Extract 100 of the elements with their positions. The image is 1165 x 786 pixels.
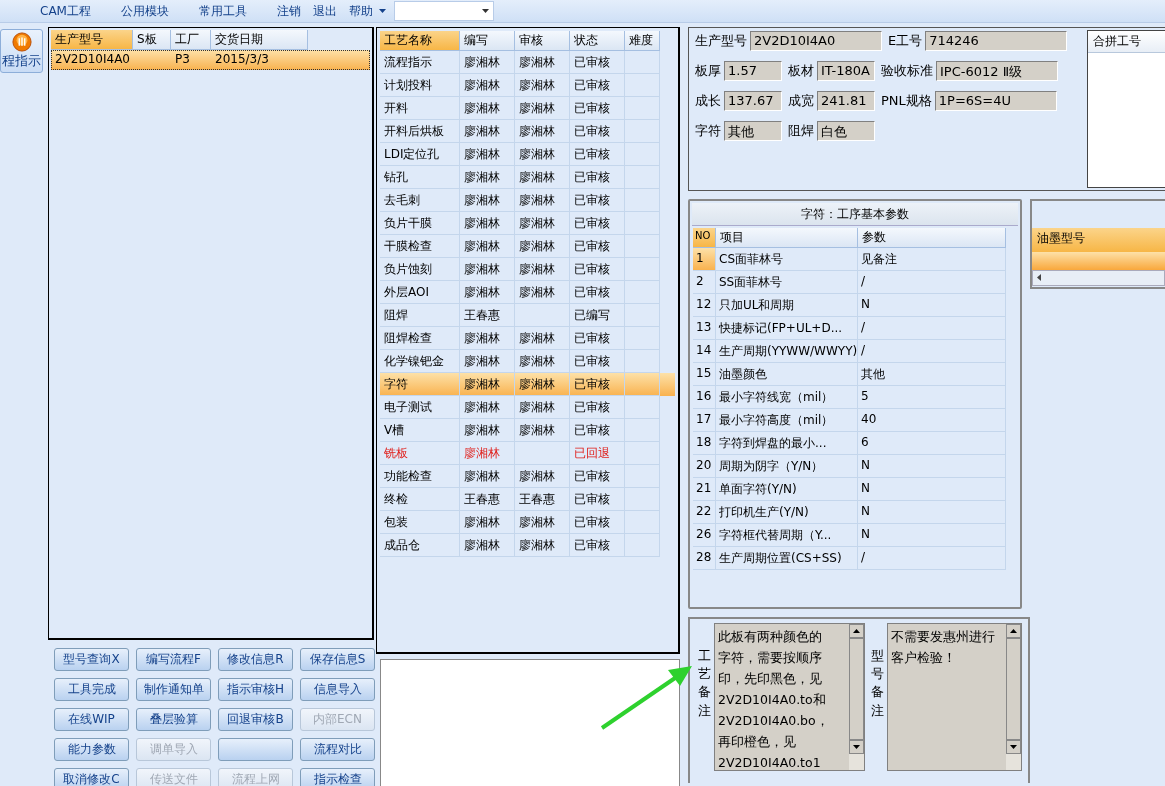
menu-item[interactable]: 常用工具 [198, 2, 247, 20]
column-header[interactable]: 工厂 [171, 30, 211, 50]
dropdown-field[interactable] [393, 1, 494, 21]
table-row[interactable]: 负片干膜 廖湘林 廖湘林 已审核 [380, 212, 675, 235]
column-header[interactable]: NO [693, 228, 716, 248]
action-button[interactable]: 叠层验算 [136, 708, 211, 731]
table-row[interactable]: 包装 廖湘林 廖湘林 已审核 [380, 511, 675, 534]
table-row[interactable]: 开料 廖湘林 廖湘林 已审核 [380, 97, 675, 120]
table-row[interactable]: 13 快捷标记(FP+UL+D... / [693, 317, 1018, 340]
table-row[interactable]: 去毛刺 廖湘林 廖湘林 已审核 [380, 189, 675, 212]
input-field[interactable]: 1.57 [724, 61, 782, 81]
action-button[interactable]: 取消修改C [54, 768, 129, 786]
input-field[interactable]: IPC-6012 Ⅱ级 [936, 61, 1058, 81]
menu-item[interactable]: 注销 [276, 2, 301, 20]
scrollbar[interactable] [849, 624, 864, 770]
action-button[interactable]: 制作通知单 [136, 678, 211, 701]
scroll-thumb[interactable] [1006, 638, 1021, 740]
menu-item[interactable]: 帮助 [348, 2, 373, 20]
input-field[interactable]: 其他 [724, 121, 782, 141]
caret-icon[interactable] [481, 9, 489, 13]
table-row[interactable]: 功能检查 廖湘林 廖湘林 已审核 [380, 465, 675, 488]
table-row[interactable]: 开料后烘板 廖湘林 廖湘林 已审核 [380, 120, 675, 143]
table-row[interactable]: 14 生产周期(YYWW/WWYY) / [693, 340, 1018, 363]
table-row[interactable]: 16 最小字符线宽（mil） 5 [693, 386, 1018, 409]
table-row[interactable]: 负片蚀刻 廖湘林 廖湘林 已审核 [380, 258, 675, 281]
action-button[interactable]: 能力参数 [54, 738, 129, 761]
table-row[interactable]: 1 CS面菲林号 见备注 [693, 248, 1018, 271]
action-button[interactable]: 信息导入 [300, 678, 375, 701]
column-header[interactable]: 生产型号 [51, 30, 133, 50]
table-row[interactable]: 计划投料 廖湘林 廖湘林 已审核 [380, 74, 675, 97]
column-header[interactable]: 状态 [570, 31, 625, 51]
table-row[interactable]: 15 油墨颜色 其他 [693, 363, 1018, 386]
action-button[interactable]: 指示审核H [218, 678, 293, 701]
column-header[interactable]: 工艺名称 [380, 31, 460, 51]
table-row[interactable]: 钻孔 廖湘林 廖湘林 已审核 [380, 166, 675, 189]
action-button[interactable]: 编写流程F [136, 648, 211, 671]
scrollbar[interactable] [1006, 624, 1021, 770]
input-field[interactable]: 241.81 [817, 91, 875, 111]
table-row[interactable]: 成品仓 廖湘林 廖湘林 已审核 [380, 534, 675, 557]
text-area[interactable] [380, 659, 680, 786]
table-row[interactable]: 电子测试 廖湘林 廖湘林 已审核 [380, 396, 675, 419]
menu-item[interactable]: 退出 [312, 2, 337, 20]
table-row[interactable]: 17 最小字符高度（mil） 40 [693, 409, 1018, 432]
table-row[interactable]: 21 单面字符(Y/N) N [693, 478, 1018, 501]
input-field[interactable]: 714246 [925, 31, 1068, 51]
menu-item[interactable]: 公用模块 [120, 2, 169, 20]
table-row[interactable]: 12 只加UL和周期 N [693, 294, 1018, 317]
table-row[interactable]: 28 生产周期位置(CS+SS) / [693, 547, 1018, 570]
column-header[interactable]: 交货日期 [211, 30, 308, 50]
input-field[interactable]: 1P=6S=4U [934, 91, 1057, 111]
scroll-up-icon[interactable] [1006, 624, 1021, 638]
action-button[interactable]: 保存信息S [300, 648, 375, 671]
table-row[interactable]: 2 SS面菲林号 / [693, 271, 1018, 294]
column-header[interactable]: 油墨型号 [1032, 228, 1165, 252]
note-text-area[interactable]: 不需要发惠州进行 客户检验！ [887, 623, 1022, 771]
menu-item[interactable]: CAM工程 [40, 2, 91, 20]
table-row[interactable]: 20 周期为阴字（Y/N） N [693, 455, 1018, 478]
input-field[interactable]: IT-180A [817, 61, 875, 81]
column-header[interactable]: 编写 [460, 31, 515, 51]
table-row[interactable]: 26 字符框代替周期（Y... N [693, 524, 1018, 547]
table-row[interactable]: 阻焊检查 廖湘林 廖湘林 已审核 [380, 327, 675, 350]
list-box[interactable]: 合拼工号 [1087, 30, 1165, 188]
action-button[interactable]: 指示检查 [300, 768, 375, 786]
input-field[interactable]: 白色 [817, 121, 875, 141]
caret-icon[interactable] [378, 9, 386, 13]
input-field[interactable]: 137.67 [724, 91, 782, 111]
action-button[interactable]: 在线WIP [54, 708, 129, 731]
scrollbar[interactable] [1032, 270, 1165, 286]
column-header[interactable]: 审核 [515, 31, 570, 51]
action-button[interactable]: 工具完成 [54, 678, 129, 701]
table-row[interactable]: 字符 廖湘林 廖湘林 已审核 [380, 373, 675, 396]
action-button[interactable]: 型号查询X [54, 648, 129, 671]
scroll-left-icon[interactable] [1037, 274, 1041, 281]
action-button[interactable] [218, 738, 293, 761]
table-row[interactable]: 阻焊 王春惠 已编写 [380, 304, 675, 327]
table-row[interactable]: V槽 廖湘林 廖湘林 已审核 [380, 419, 675, 442]
table-row[interactable]: 2V2D10I4A0 P3 2015/3/3 [51, 50, 370, 70]
column-header[interactable]: 合拼工号 [1088, 31, 1165, 53]
action-button[interactable]: 修改信息R [218, 648, 293, 671]
action-button[interactable]: 流程对比 [300, 738, 375, 761]
column-header[interactable]: S板 [133, 30, 171, 50]
scroll-down-icon[interactable] [849, 740, 864, 754]
action-button[interactable]: 回退审核B [218, 708, 293, 731]
table-row[interactable]: LDI定位孔 廖湘林 廖湘林 已审核 [380, 143, 675, 166]
column-header[interactable]: 参数 [858, 228, 1006, 248]
side-button[interactable]: 程指示 [0, 29, 43, 73]
table-row[interactable]: 干膜检查 廖湘林 廖湘林 已审核 [380, 235, 675, 258]
input-field[interactable]: 2V2D10I4A0 [750, 31, 882, 51]
column-header[interactable]: 项目 [716, 228, 858, 248]
table-row[interactable]: 铣板 廖湘林 已回退 [380, 442, 675, 465]
column-header[interactable]: 难度 [625, 31, 660, 51]
scroll-down-icon[interactable] [1006, 740, 1021, 754]
table-row[interactable]: 外层AOI 廖湘林 廖湘林 已审核 [380, 281, 675, 304]
table-row[interactable]: 流程指示 廖湘林 廖湘林 已审核 [380, 51, 675, 74]
note-text-area[interactable]: 此板有两种颜色的 字符，需要按顺序 印，先印黑色，见 2V2D10I4A0.to和 2V2D10I4A0.bo， 再印橙色，见 2V2D10I4A0.to1 [714, 623, 865, 771]
table-row[interactable]: 18 字符到焊盘的最小... 6 [693, 432, 1018, 455]
table-row[interactable]: 终检 王春惠 王春惠 已审核 [380, 488, 675, 511]
scroll-thumb[interactable] [849, 638, 864, 740]
table-row[interactable]: 22 打印机生产(Y/N) N [693, 501, 1018, 524]
scroll-up-icon[interactable] [849, 624, 864, 638]
